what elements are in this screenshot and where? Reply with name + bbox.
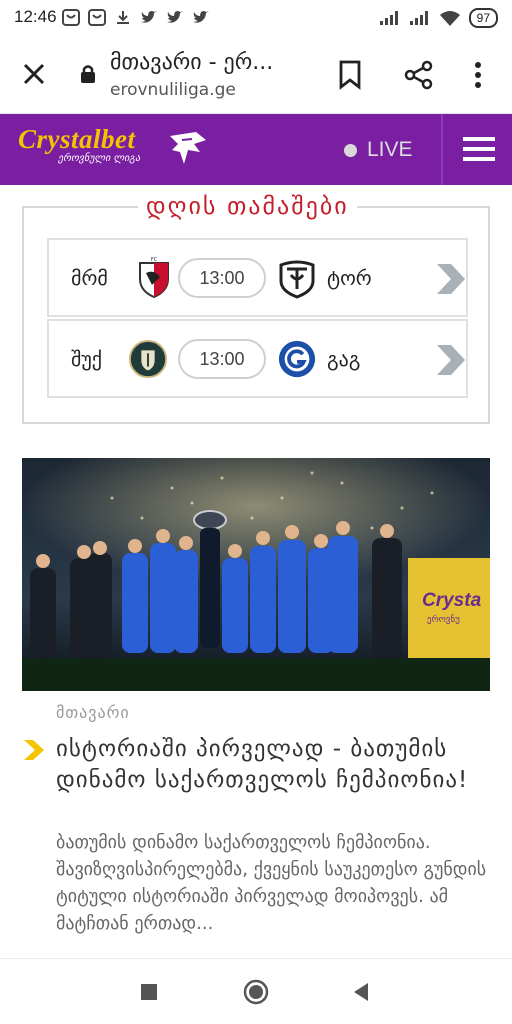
match-row[interactable]: შუქ 13:00 გაგ	[47, 319, 468, 398]
kickoff-time: 13:00	[178, 258, 266, 298]
photo-banner-text: Crysta	[422, 590, 482, 611]
page-title[interactable]: მთავარი - ერ...	[110, 50, 320, 75]
messenger-icon	[62, 9, 80, 26]
article-category[interactable]: მთავარი	[56, 703, 130, 722]
gagra-crest-icon	[278, 340, 316, 378]
team-celebration-photo: Crysta ეროვნუ	[22, 458, 490, 691]
article-excerpt: ბათუმის დინამო საქართველოს ჩემპიონია. შა…	[56, 832, 487, 934]
twitter-icon	[193, 11, 209, 23]
site-header: Crystalbet ეროვნული ლიგა LIVE	[0, 114, 512, 185]
article-image[interactable]: Crysta ეროვნუ	[22, 458, 490, 691]
wifi-icon	[439, 11, 460, 26]
status-time: 12:46	[14, 7, 57, 26]
twitter-icon	[167, 11, 183, 23]
lock-icon	[81, 65, 95, 83]
close-icon[interactable]	[20, 60, 48, 88]
svg-text:FC: FC	[151, 257, 158, 263]
chevron-right-icon	[24, 740, 44, 760]
chevron-right-icon[interactable]	[433, 343, 467, 377]
android-nav-bar	[0, 958, 512, 1024]
match-row[interactable]: მრმ FC 13:00 ტორ	[47, 238, 468, 317]
site-logo[interactable]: Crystalbet ეროვნული ლიგა	[18, 124, 206, 164]
shukura-crest-icon	[128, 339, 168, 379]
more-vertical-icon[interactable]	[468, 60, 488, 90]
brand-subtitle: ეროვნული ლიგა	[58, 153, 141, 164]
home-icon[interactable]	[243, 979, 269, 1005]
live-dot-icon	[344, 143, 357, 157]
article-headline[interactable]: ისტორიაში პირველად - ბათუმის დინამო საქა…	[56, 734, 496, 796]
photo-banner-subtext: ეროვნუ	[427, 614, 460, 625]
kickoff-time: 13:00	[178, 339, 266, 379]
todays-games: დღის თამაშები მრმ FC 13:00 ტორ შუქ 13:00…	[22, 192, 490, 424]
share-icon[interactable]	[404, 60, 434, 90]
away-team: გაგ	[327, 347, 361, 371]
bookmark-icon[interactable]	[338, 60, 362, 90]
torpedo-crest-icon	[279, 260, 315, 299]
browser-toolbar: მთავარი - ერ... erovnuliliga.ge	[0, 36, 512, 114]
battery-icon: 97	[468, 8, 498, 28]
hamburger-icon	[463, 137, 495, 161]
messenger-icon	[88, 9, 106, 26]
twitter-icon	[141, 11, 157, 23]
away-team: ტორ	[327, 266, 372, 290]
knight-helmet-icon	[170, 132, 206, 164]
status-bar: 12:46 97	[0, 0, 512, 36]
signal-icon	[379, 11, 398, 25]
chevron-right-icon[interactable]	[433, 262, 467, 296]
recent-apps-icon[interactable]	[136, 979, 162, 1005]
signal-icon	[409, 11, 428, 25]
brand-name: Crystalbet	[18, 124, 136, 154]
home-team: შუქ	[71, 347, 103, 371]
merani-crest-icon: FC	[139, 257, 169, 299]
live-label: LIVE	[367, 138, 413, 161]
games-title: დღის თამაშები	[138, 192, 357, 220]
menu-button[interactable]	[441, 114, 512, 185]
back-icon[interactable]	[348, 979, 374, 1005]
page-host[interactable]: erovnuliliga.ge	[110, 80, 236, 100]
live-link[interactable]: LIVE	[344, 138, 413, 162]
download-icon	[117, 11, 129, 24]
home-team: მრმ	[71, 266, 108, 290]
